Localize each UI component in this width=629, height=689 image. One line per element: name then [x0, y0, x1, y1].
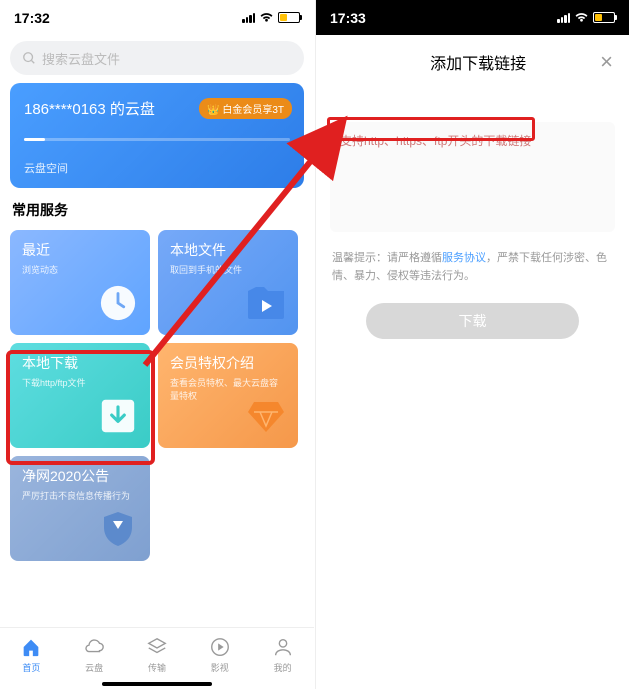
- hint-text: 温馨提示：请严格遵循服务协议，严禁下载任何涉密、色情、暴力、侵权等违法行为。: [332, 250, 613, 285]
- download-button[interactable]: 下载: [366, 303, 579, 339]
- status-indicators: [557, 12, 615, 23]
- tile-subtitle: 严厉打击不良信息传播行为: [22, 489, 138, 502]
- tile-local-file[interactable]: 本地文件 取回到手机的文件: [158, 230, 298, 335]
- bottom-tabs: 首页 云盘 传输 影视 我的: [0, 627, 314, 689]
- battery-icon: [593, 12, 615, 23]
- tile-title: 最近: [22, 240, 138, 260]
- status-indicators: [242, 12, 300, 23]
- tile-subtitle: 浏览动态: [22, 263, 138, 276]
- section-title: 常用服务: [12, 200, 302, 220]
- home-icon: [20, 636, 42, 658]
- cloud-icon: [83, 636, 105, 658]
- tab-transfer[interactable]: 传输: [146, 636, 168, 674]
- service-tiles: 最近 浏览动态 本地文件 取回到手机的文件 本地下载 下载http/ftp文件 …: [0, 230, 314, 561]
- video-icon: [209, 636, 231, 658]
- search-input[interactable]: 搜索云盘文件: [10, 41, 304, 75]
- tile-local-download[interactable]: 本地下载 下载http/ftp文件: [10, 343, 150, 448]
- modal-title: 添加下载链接: [356, 50, 600, 74]
- tile-recent[interactable]: 最近 浏览动态: [10, 230, 150, 335]
- close-icon[interactable]: ×: [600, 49, 613, 75]
- home-indicator: [102, 682, 212, 686]
- storage-progress: [24, 138, 290, 141]
- signal-icon: [242, 13, 255, 23]
- tile-title: 净网2020公告: [22, 466, 138, 486]
- terms-link[interactable]: 服务协议: [442, 252, 486, 264]
- signal-icon: [557, 13, 570, 23]
- download-icon: [98, 396, 138, 436]
- tab-me[interactable]: 我的: [272, 636, 294, 674]
- transfer-icon: [146, 636, 168, 658]
- link-input[interactable]: 支持http、https、ftp开头的下载链接: [330, 122, 615, 232]
- status-time: 17:32: [14, 10, 50, 26]
- tab-video[interactable]: 影视: [209, 636, 231, 674]
- status-bar-right: 17:33: [316, 0, 629, 35]
- tile-subtitle: 取回到手机的文件: [170, 263, 286, 276]
- cloud-card[interactable]: 186****0163 的云盘 👑 白金会员享3T 云盘空间: [10, 83, 304, 188]
- person-icon: [272, 636, 294, 658]
- diamond-icon: [246, 396, 286, 436]
- tile-vip[interactable]: 会员特权介绍 查看会员特权、最大云盘容量特权: [158, 343, 298, 448]
- tile-title: 本地下载: [22, 353, 138, 373]
- search-placeholder: 搜索云盘文件: [42, 49, 120, 68]
- tile-subtitle: 下载http/ftp文件: [22, 376, 138, 389]
- search-icon: [22, 51, 36, 65]
- clock-icon: [98, 283, 138, 323]
- tile-title: 会员特权介绍: [170, 353, 286, 373]
- wifi-icon: [259, 12, 274, 23]
- tab-home[interactable]: 首页: [20, 636, 42, 674]
- shield-icon: [98, 509, 138, 549]
- modal-header: 添加下载链接 ×: [316, 35, 629, 90]
- add-link-screen: 17:33 添加下载链接 × 支持http、https、ftp开头的下载链接 温…: [315, 0, 629, 689]
- cloud-space-label: 云盘空间: [24, 160, 68, 176]
- status-bar-left: 17:32: [0, 0, 314, 35]
- wifi-icon: [574, 12, 589, 23]
- status-time: 17:33: [330, 10, 366, 26]
- tile-notice[interactable]: 净网2020公告 严厉打击不良信息传播行为: [10, 456, 150, 561]
- folder-play-icon: [246, 283, 286, 323]
- tab-cloud[interactable]: 云盘: [83, 636, 105, 674]
- tile-title: 本地文件: [170, 240, 286, 260]
- platinum-badge[interactable]: 👑 白金会员享3T: [199, 98, 292, 119]
- home-screen: 17:32 搜索云盘文件 186****0163 的云盘 👑 白金会员享3T 云…: [0, 0, 314, 689]
- battery-icon: [278, 12, 300, 23]
- input-placeholder: 支持http、https、ftp开头的下载链接: [340, 134, 531, 148]
